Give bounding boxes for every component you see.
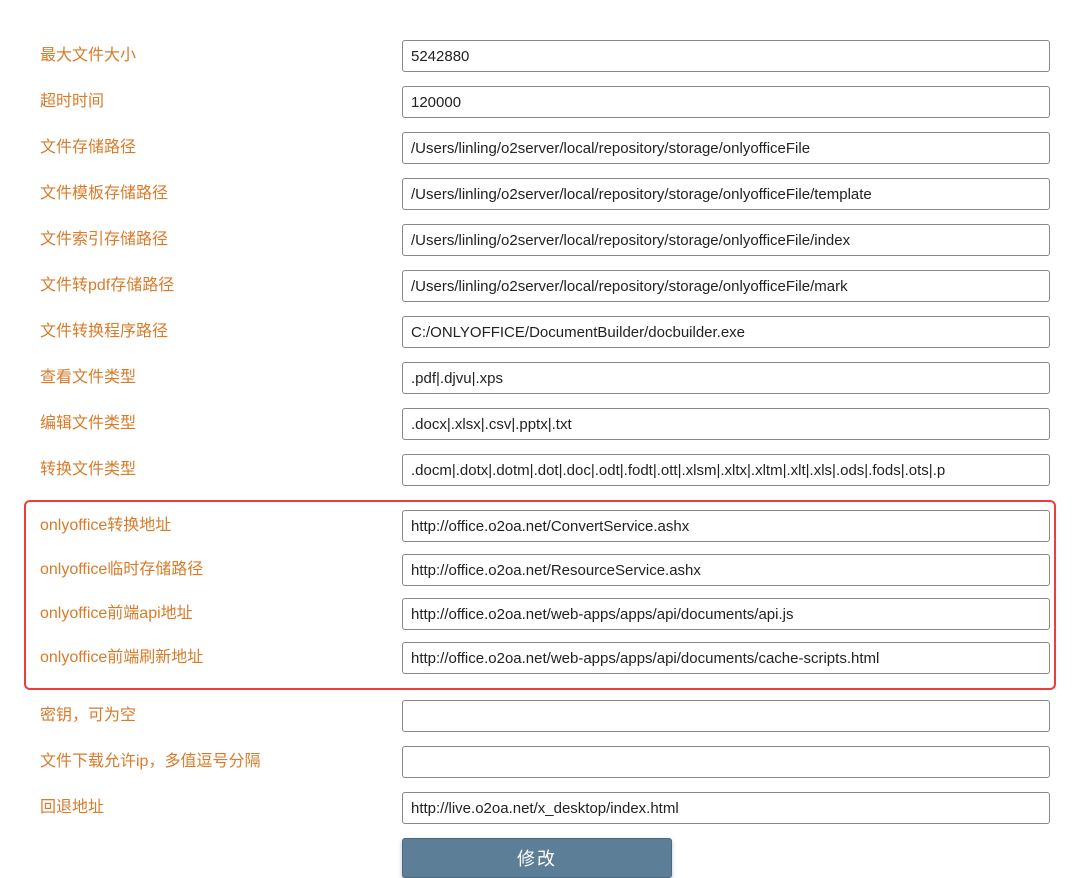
input-edit-file-types[interactable]: [402, 408, 1050, 440]
input-file-convert-prog[interactable]: [402, 316, 1050, 348]
label-file-store-path: 文件存储路径: [30, 137, 402, 159]
label-view-file-types: 查看文件类型: [30, 367, 402, 389]
input-file-pdf-path[interactable]: [402, 270, 1050, 302]
submit-button[interactable]: 修改: [402, 838, 672, 878]
input-convert-file-types[interactable]: [402, 454, 1050, 486]
label-oo-api-url: onlyoffice前端api地址: [30, 603, 402, 625]
row-file-convert-prog: 文件转换程序路径: [30, 316, 1050, 348]
input-file-store-path[interactable]: [402, 132, 1050, 164]
row-oo-api-url: onlyoffice前端api地址: [30, 598, 1050, 630]
row-file-template-path: 文件模板存储路径: [30, 178, 1050, 210]
row-timeout: 超时时间: [30, 86, 1050, 118]
button-spacer: [30, 838, 402, 878]
row-fallback-url: 回退地址: [30, 792, 1050, 824]
label-edit-file-types: 编辑文件类型: [30, 413, 402, 435]
label-secret-key: 密钥，可为空: [30, 705, 402, 727]
row-secret-key: 密钥，可为空: [30, 700, 1050, 732]
row-file-pdf-path: 文件转pdf存储路径: [30, 270, 1050, 302]
input-oo-convert-url[interactable]: [402, 510, 1050, 542]
input-oo-temp-store[interactable]: [402, 554, 1050, 586]
label-file-template-path: 文件模板存储路径: [30, 183, 402, 205]
highlight-onlyoffice-group: onlyoffice转换地址 onlyoffice临时存储路径 onlyoffi…: [24, 500, 1056, 690]
label-download-ip: 文件下载允许ip，多值逗号分隔: [30, 751, 402, 773]
row-oo-temp-store: onlyoffice临时存储路径: [30, 554, 1050, 586]
label-file-convert-prog: 文件转换程序路径: [30, 321, 402, 343]
label-file-index-path: 文件索引存储路径: [30, 229, 402, 251]
label-oo-refresh-url: onlyoffice前端刷新地址: [30, 647, 402, 669]
label-oo-temp-store: onlyoffice临时存储路径: [30, 559, 402, 581]
input-download-ip[interactable]: [402, 746, 1050, 778]
label-fallback-url: 回退地址: [30, 797, 402, 819]
input-max-file-size[interactable]: [402, 40, 1050, 72]
label-oo-convert-url: onlyoffice转换地址: [30, 515, 402, 537]
label-convert-file-types: 转换文件类型: [30, 459, 402, 481]
row-oo-refresh-url: onlyoffice前端刷新地址: [30, 642, 1050, 674]
row-max-file-size: 最大文件大小: [30, 40, 1050, 72]
label-file-pdf-path: 文件转pdf存储路径: [30, 275, 402, 297]
label-max-file-size: 最大文件大小: [30, 45, 402, 67]
button-row: 修改: [30, 838, 1050, 878]
row-download-ip: 文件下载允许ip，多值逗号分隔: [30, 746, 1050, 778]
input-timeout[interactable]: [402, 86, 1050, 118]
input-view-file-types[interactable]: [402, 362, 1050, 394]
row-oo-convert-url: onlyoffice转换地址: [30, 510, 1050, 542]
row-convert-file-types: 转换文件类型: [30, 454, 1050, 486]
input-file-index-path[interactable]: [402, 224, 1050, 256]
input-secret-key[interactable]: [402, 700, 1050, 732]
input-fallback-url[interactable]: [402, 792, 1050, 824]
label-timeout: 超时时间: [30, 91, 402, 113]
row-file-store-path: 文件存储路径: [30, 132, 1050, 164]
input-file-template-path[interactable]: [402, 178, 1050, 210]
row-file-index-path: 文件索引存储路径: [30, 224, 1050, 256]
input-oo-refresh-url[interactable]: [402, 642, 1050, 674]
input-oo-api-url[interactable]: [402, 598, 1050, 630]
row-edit-file-types: 编辑文件类型: [30, 408, 1050, 440]
row-view-file-types: 查看文件类型: [30, 362, 1050, 394]
